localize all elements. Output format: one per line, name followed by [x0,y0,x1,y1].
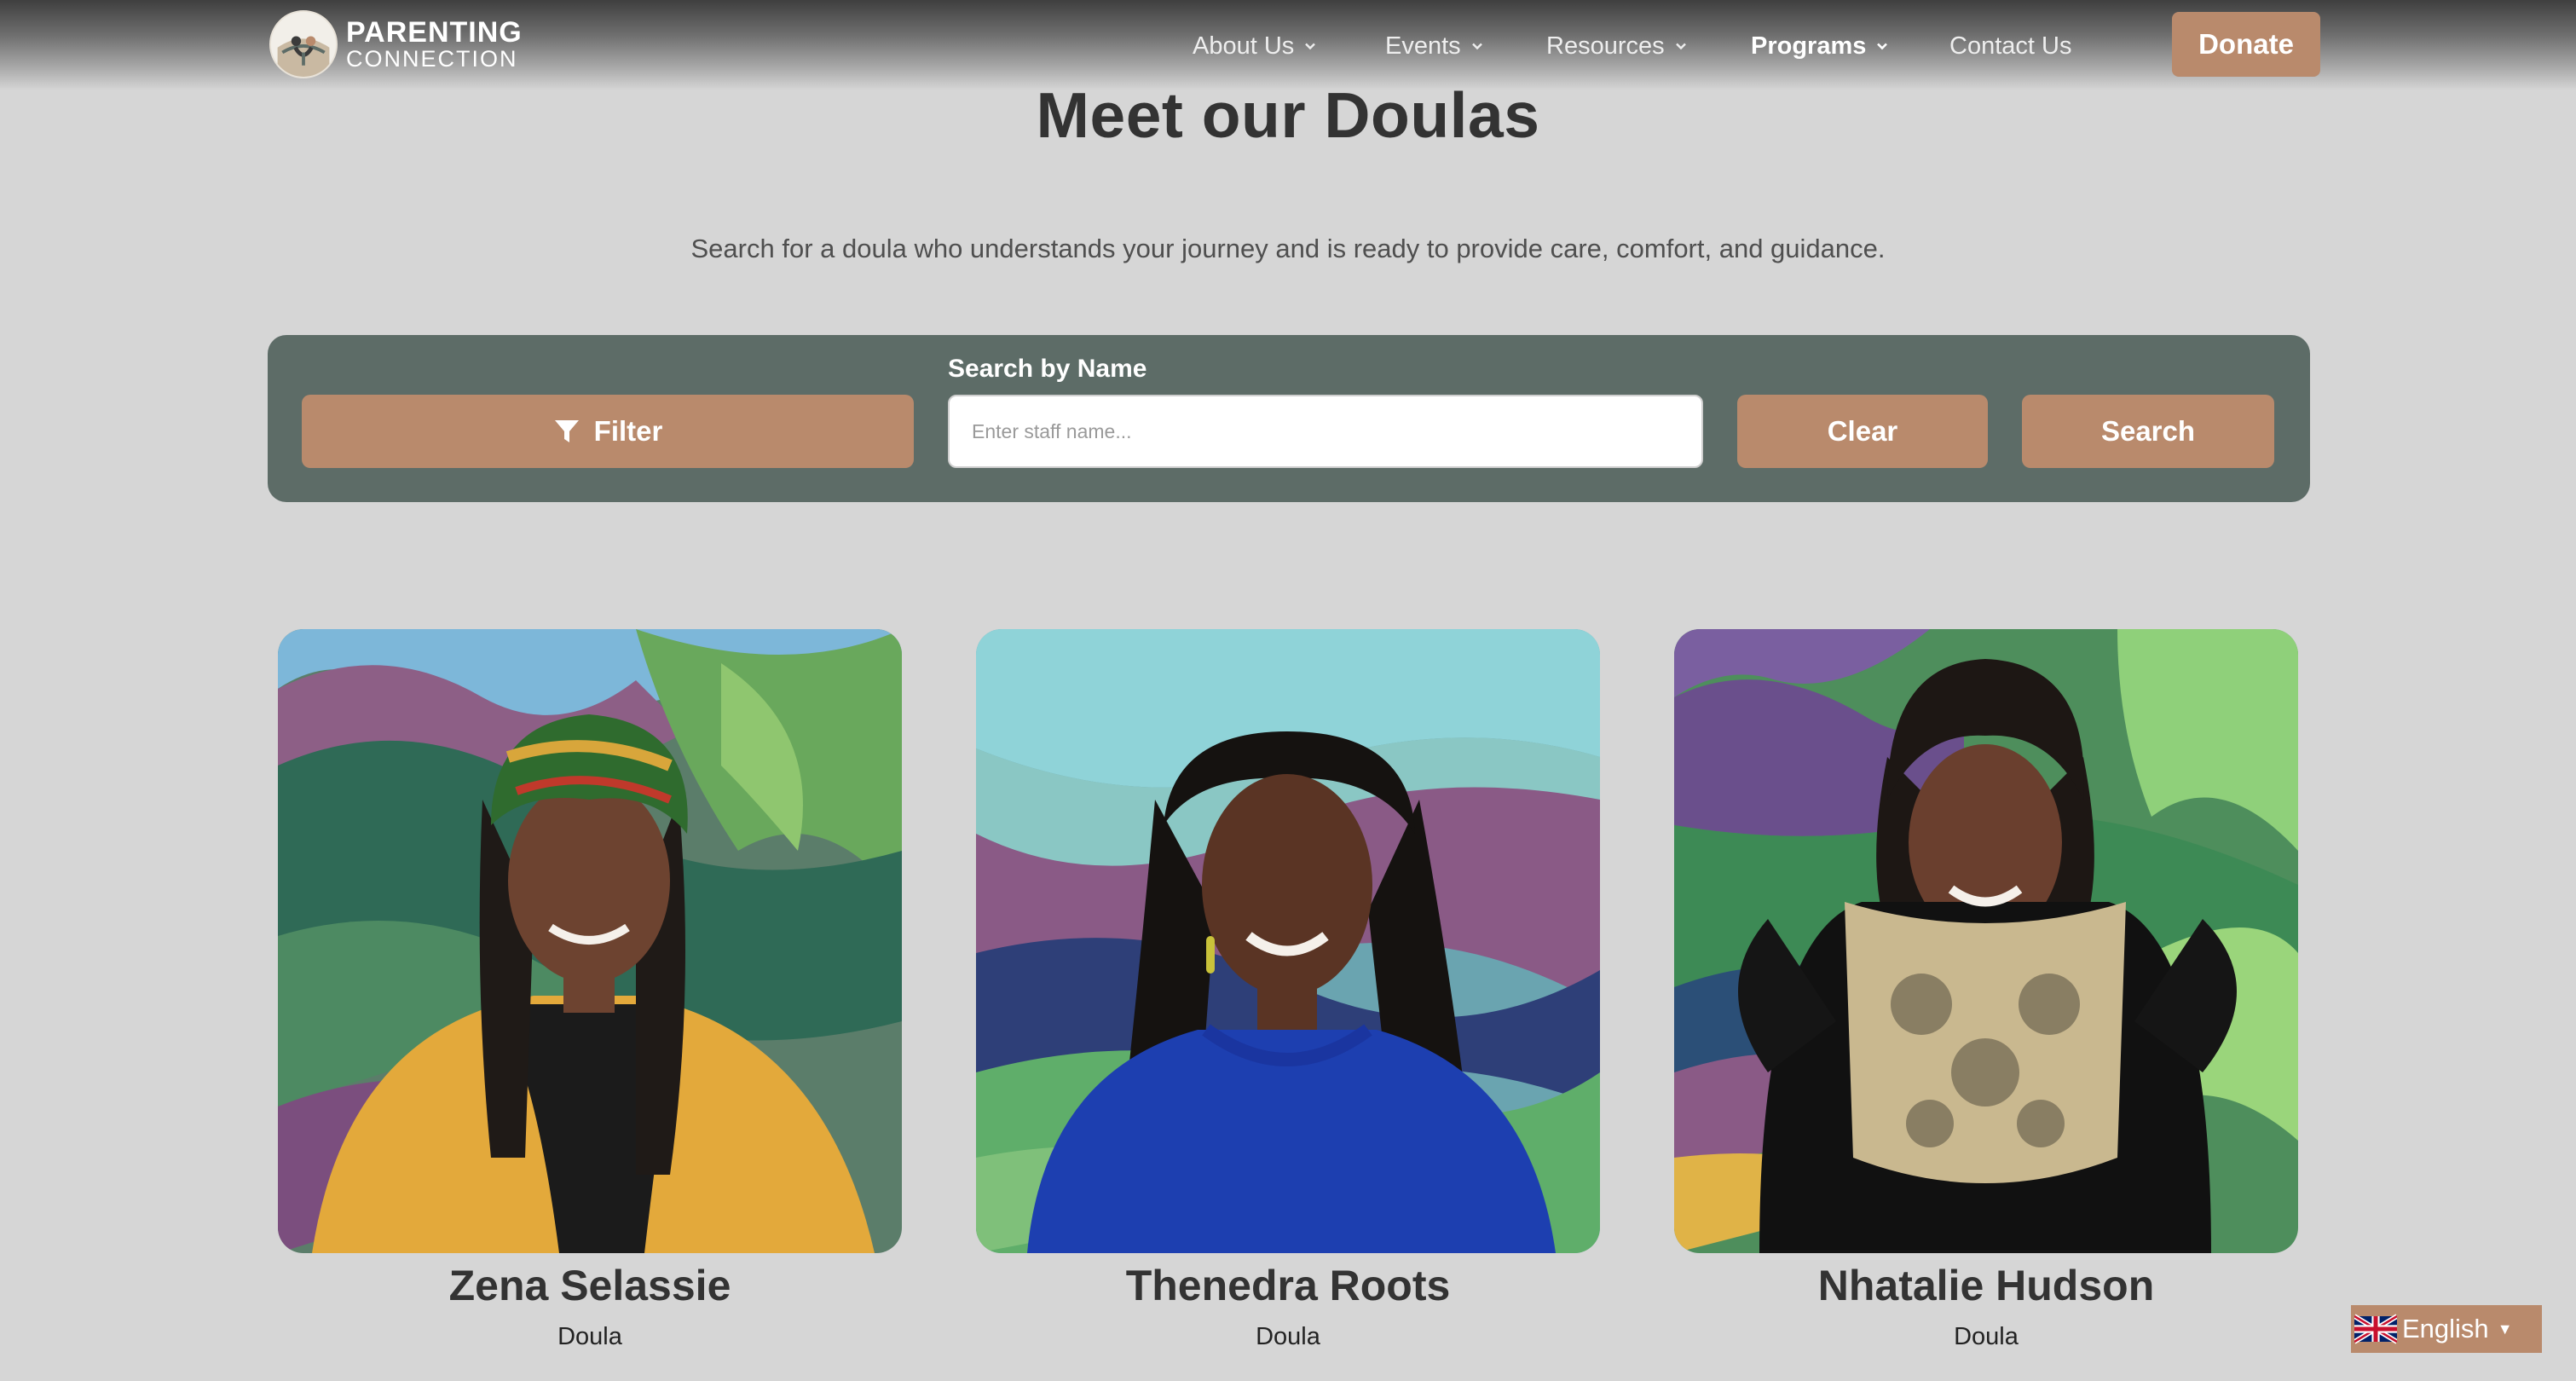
staff-name: Nhatalie Hudson [1817,1262,2155,1309]
staff-role: Doula [1256,1322,1320,1350]
nav-contact-us[interactable]: Contact Us [1949,27,2071,65]
filter-icon [553,418,580,445]
search-button[interactable]: Search [2022,395,2274,468]
filter-button-label: Filter [593,415,663,447]
staff-name: Zena Selassie [448,1262,731,1309]
nav-resources[interactable]: Resources [1546,27,1687,65]
nav-label: About Us [1193,32,1295,60]
logo-wordmark-line1: PARENTING [346,16,523,49]
staff-search-panel: Filter Search by Name Clear Search [268,335,2310,502]
staff-photo[interactable] [1674,629,2298,1253]
staff-role: Doula [1954,1322,2019,1350]
chevron-down-icon [1876,40,1888,52]
staff-card[interactable]: Zena Selassie Doula [278,629,902,1351]
nav-programs[interactable]: Programs [1751,27,1888,65]
chevron-down-icon [1471,40,1483,52]
caret-down-icon: ▼ [2497,1320,2513,1338]
staff-name: Thenedra Roots [1125,1262,1451,1309]
page-subtitle: Search for a doula who understands your … [690,234,1886,263]
uk-flag-icon [2354,1314,2397,1344]
staff-card[interactable]: Nhatalie Hudson Doula [1674,629,2298,1351]
nav-label: Programs [1751,32,1867,60]
site-header: PARENTING CONNECTION About Us Events Res… [0,0,2576,90]
nav-label: Contact Us [1949,32,2072,60]
staff-card[interactable]: Thenedra Roots Doula [976,629,1600,1351]
search-by-name-label: Search by Name [948,355,1147,383]
donate-button[interactable]: Donate [2172,12,2320,77]
staff-name-search-input[interactable] [948,395,1703,468]
site-logo[interactable]: PARENTING CONNECTION [269,9,523,80]
page-title: Meet our Doulas [1036,79,1540,151]
chevron-down-icon [1304,40,1316,52]
language-selector[interactable]: English ▼ [2351,1305,2542,1353]
chevron-down-icon [1675,40,1687,52]
nav-events[interactable]: Events [1385,27,1483,65]
clear-button[interactable]: Clear [1737,395,1988,468]
nav-label: Events [1385,32,1461,60]
language-label: English [2402,1314,2489,1343]
nav-label: Resources [1546,32,1665,60]
staff-photo[interactable] [278,629,902,1253]
nav-about-us[interactable]: About Us [1193,27,1316,65]
filter-button[interactable]: Filter [302,395,914,468]
staff-photo[interactable] [976,629,1600,1253]
family-logo-icon [269,10,338,78]
staff-role: Doula [557,1322,622,1350]
logo-wordmark-line2: CONNECTION [346,46,518,72]
